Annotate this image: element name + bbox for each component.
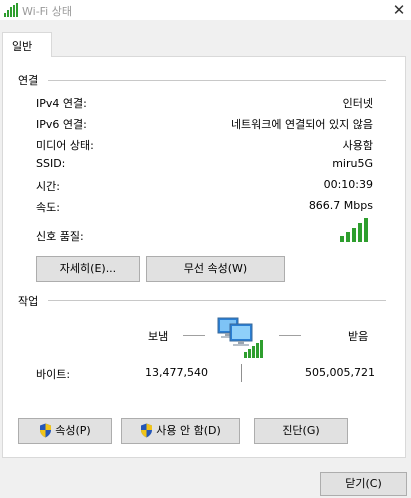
speed-value: 866.7 Mbps: [308, 199, 373, 212]
wireless-properties-button-label: 무선 속성(W): [183, 262, 248, 275]
received-connector-line: [279, 335, 301, 336]
wireless-properties-button[interactable]: 무선 속성(W): [146, 256, 285, 282]
title-bar: Wi-Fi 상태 ✕: [0, 0, 411, 20]
ssid-label: SSID:: [36, 157, 66, 170]
received-label: 받음: [348, 330, 369, 343]
window-title: Wi-Fi 상태: [22, 5, 72, 18]
wifi-signal-icon: [4, 3, 18, 17]
signal-strength-icon: [340, 218, 368, 242]
connection-group-divider: [48, 80, 386, 81]
disable-button[interactable]: 사용 안 함(D): [121, 418, 240, 444]
signal-quality-label: 신호 품질:: [36, 230, 84, 243]
diagnose-button[interactable]: 진단(G): [254, 418, 348, 444]
activity-group-divider: [48, 300, 386, 301]
tab-general[interactable]: 일반: [2, 32, 52, 57]
shield-icon: [141, 423, 153, 437]
connection-group-label: 연결: [18, 74, 39, 87]
ipv6-label: IPv6 연결:: [36, 118, 87, 131]
duration-value: 00:10:39: [323, 178, 373, 191]
duration-label: 시간:: [36, 180, 60, 193]
close-button[interactable]: 닫기(C): [320, 472, 407, 496]
bytes-sent-value: 13,477,540: [145, 366, 208, 379]
media-state-label: 미디어 상태:: [36, 139, 94, 152]
activity-group-label: 작업: [18, 295, 39, 308]
details-button-label: 자세히(E)...: [59, 262, 117, 275]
tab-general-label: 일반: [12, 40, 33, 53]
bytes-divider: [241, 364, 242, 382]
shield-icon: [40, 423, 52, 437]
bytes-label: 바이트:: [36, 368, 71, 381]
properties-button-label: 속성(P): [55, 424, 91, 437]
network-computers-icon: [217, 317, 263, 358]
media-state-value: 사용함: [342, 139, 373, 152]
properties-button[interactable]: 속성(P): [18, 418, 112, 444]
disable-button-label: 사용 안 함(D): [156, 424, 221, 437]
speed-label: 속도:: [36, 201, 60, 214]
ipv4-value: 인터넷: [342, 97, 373, 110]
sent-connector-line: [183, 335, 205, 336]
ipv4-label: IPv4 연결:: [36, 97, 87, 110]
close-window-button[interactable]: ✕: [387, 0, 411, 20]
ssid-value: miru5G: [332, 157, 373, 170]
bytes-received-value: 505,005,721: [305, 366, 375, 379]
close-button-label: 닫기(C): [345, 477, 382, 490]
close-icon: ✕: [392, 1, 406, 19]
ipv6-value: 네트워크에 연결되어 있지 않음: [230, 118, 373, 131]
diagnose-button-label: 진단(G): [282, 424, 320, 437]
details-button[interactable]: 자세히(E)...: [36, 256, 140, 282]
sent-label: 보냄: [148, 330, 169, 343]
